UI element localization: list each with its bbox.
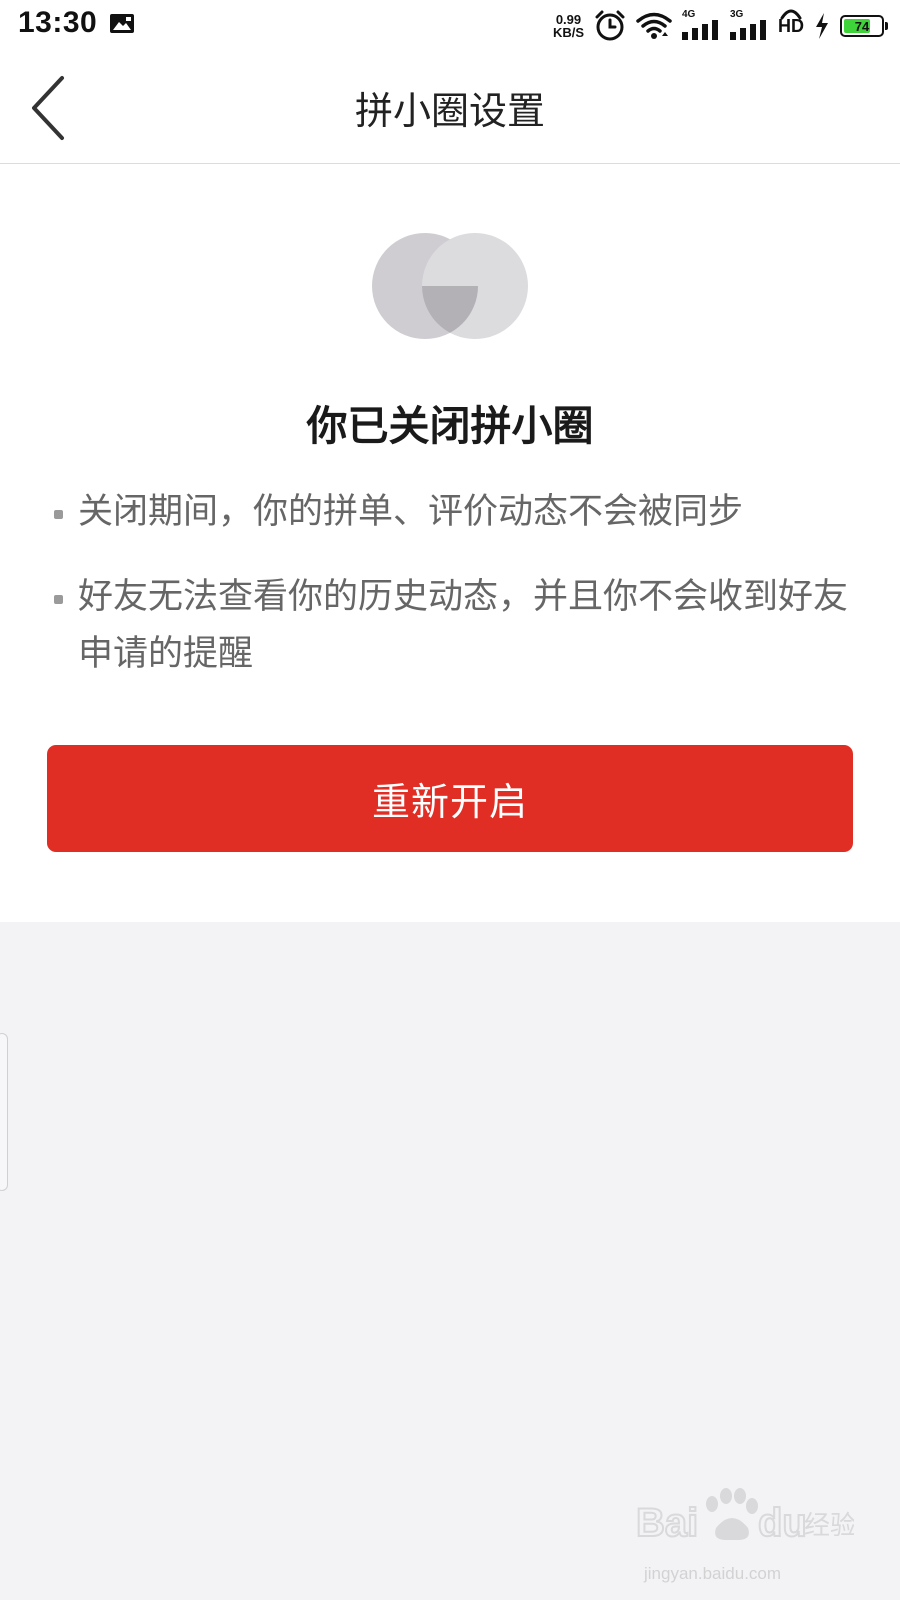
svg-text:Bai: Bai xyxy=(636,1501,698,1545)
watermark-url: jingyan.baidu.com xyxy=(644,1564,782,1583)
wifi-icon xyxy=(636,12,672,39)
charging-bolt-icon xyxy=(816,13,828,39)
baidu-logo-icon: Bai du 经验 xyxy=(635,1488,854,1546)
battery-level: 74 xyxy=(854,18,870,34)
phone-handset-icon xyxy=(780,9,802,19)
list-item: 好友无法查看你的历史动态，并且你不会收到好友申请的提醒 xyxy=(52,569,862,683)
overlapping-circles-icon xyxy=(372,233,528,339)
nav-bar: 拼小圈设置 xyxy=(0,52,900,164)
list-item-text: 好友无法查看你的历史动态，并且你不会收到好友申请的提醒 xyxy=(78,577,849,674)
bullet-icon xyxy=(54,510,63,519)
battery-icon: 74 xyxy=(840,15,888,37)
image-notification-icon xyxy=(110,14,134,33)
closed-status-title: 你已关闭拼小圈 xyxy=(306,402,594,450)
status-icons: 0.99 KB/S 4G 3G HD 74 xyxy=(553,8,888,44)
info-list: 关闭期间，你的拼单、评价动态不会被同步 好友无法查看你的历史动态，并且你不会收到… xyxy=(52,484,862,711)
hd-voice-badge: HD xyxy=(778,9,804,37)
list-item: 关闭期间，你的拼单、评价动态不会被同步 xyxy=(52,484,862,541)
signal-4g-icon xyxy=(682,20,718,40)
signal-3g: 3G xyxy=(730,9,768,40)
signal-4g: 4G xyxy=(682,9,720,40)
signal-3g-icon xyxy=(730,20,766,40)
reopen-button[interactable]: 重新开启 xyxy=(47,745,853,852)
svg-text:经验: 经验 xyxy=(804,1511,854,1541)
edge-drag-handle[interactable] xyxy=(0,1033,8,1191)
network-speed-unit: KB/S xyxy=(552,25,584,40)
status-time: 13:30 xyxy=(18,6,98,39)
signal-3g-label: 3G xyxy=(730,9,744,20)
bullet-icon xyxy=(54,595,63,604)
alarm-icon xyxy=(595,10,625,41)
signal-4g-label: 4G xyxy=(682,9,696,20)
baidu-jingyan-watermark: Bai du 经验 jingyan.baidu.com xyxy=(634,1484,854,1584)
network-speed: 0.99 KB/S xyxy=(553,13,584,39)
status-bar: 13:30 0.99 KB/S 4G 3G HD 74 xyxy=(0,0,900,52)
svg-text:du: du xyxy=(758,1501,807,1545)
content-card: 你已关闭拼小圈 关闭期间，你的拼单、评价动态不会被同步 好友无法查看你的历史动态… xyxy=(0,164,900,922)
list-item-text: 关闭期间，你的拼单、评价动态不会被同步 xyxy=(78,492,744,532)
page-title: 拼小圈设置 xyxy=(354,89,545,133)
